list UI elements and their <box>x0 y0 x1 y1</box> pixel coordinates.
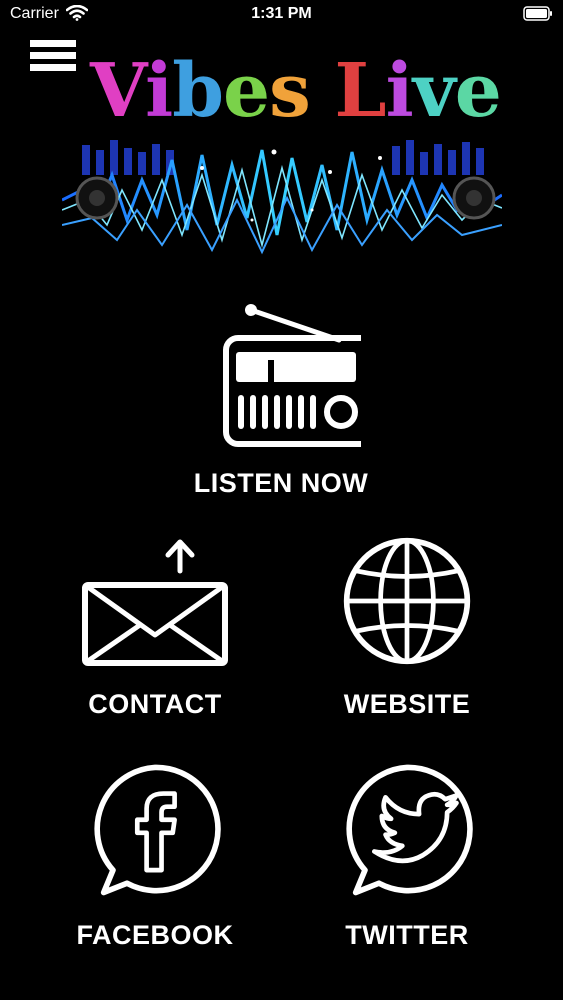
status-bar: Carrier 1:31 PM <box>0 0 563 30</box>
facebook-label: FACEBOOK <box>76 920 234 950</box>
logo-letter: L <box>334 48 387 134</box>
facebook-icon <box>94 764 221 896</box>
twitter-button[interactable]: TWITTER <box>307 760 507 951</box>
status-time: 1:31 PM <box>251 5 312 22</box>
contact-label: CONTACT <box>88 689 222 719</box>
envelope-icon <box>82 539 228 666</box>
logo-title: Vibes Live <box>90 48 502 134</box>
logo-letter <box>310 48 335 134</box>
listen-now-label: LISTEN NOW <box>193 468 369 498</box>
contact-button[interactable]: CONTACT <box>55 535 255 720</box>
logo-letter: v <box>412 48 456 134</box>
vibes-live-logo: Vibes Live <box>62 40 502 260</box>
battery-icon <box>523 6 552 21</box>
logo-letter: e <box>223 48 270 134</box>
globe-icon <box>343 537 471 665</box>
website-button[interactable]: WEBSITE <box>307 535 507 720</box>
twitter-icon <box>346 764 473 896</box>
twitter-label: TWITTER <box>345 920 469 950</box>
logo-letter: V <box>90 48 146 134</box>
logo-letter: s <box>269 48 311 134</box>
radio-icon <box>223 304 361 447</box>
logo-letter: i <box>385 48 414 134</box>
facebook-button[interactable]: FACEBOOK <box>55 760 255 951</box>
listen-now-button[interactable]: LISTEN NOW <box>181 300 381 499</box>
logo-letter: i <box>145 48 173 134</box>
logo-letter: b <box>172 48 224 134</box>
logo-letter: e <box>454 48 502 134</box>
website-label: WEBSITE <box>343 689 471 719</box>
